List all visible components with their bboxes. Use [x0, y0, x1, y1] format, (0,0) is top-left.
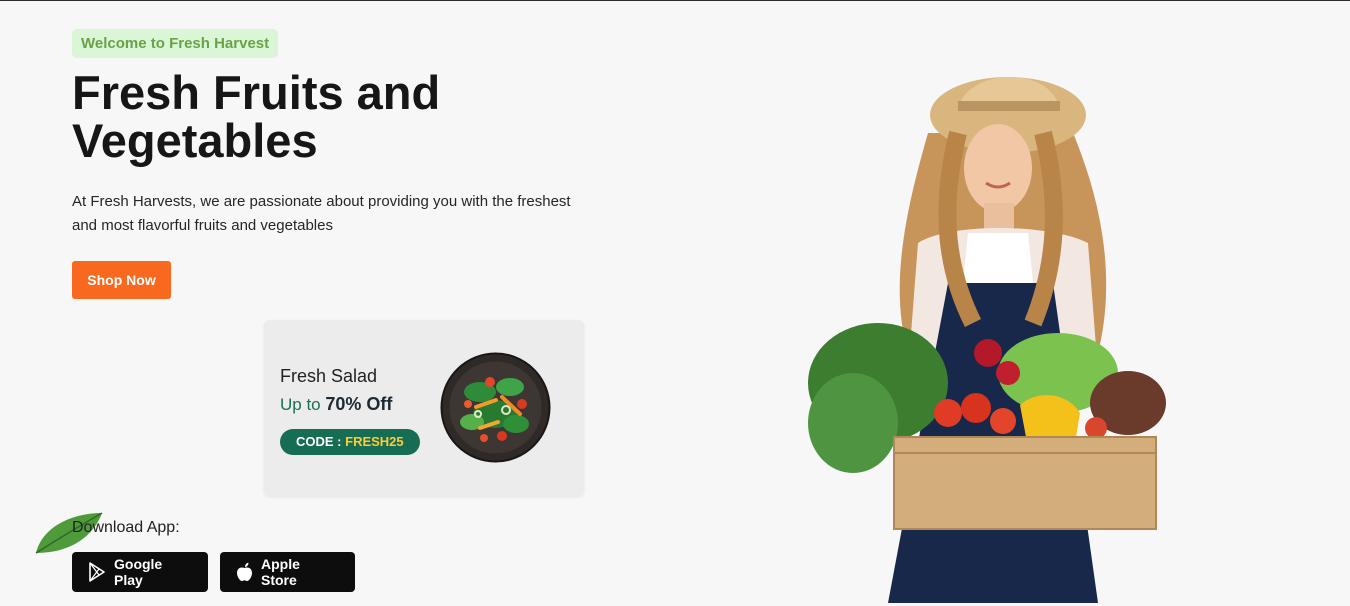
- welcome-badge: Welcome to Fresh Harvest: [72, 29, 279, 58]
- apple-store-label: Apple Store: [261, 556, 300, 588]
- shop-now-button[interactable]: Shop Now: [72, 261, 171, 299]
- code-value: FRESH25: [345, 434, 404, 449]
- promo-card[interactable]: Fresh Salad Up to 70% Off CODE : FRESH25: [264, 320, 584, 496]
- promo-title: Fresh Salad: [280, 366, 378, 386]
- download-app-label: Download App:: [72, 519, 180, 536]
- apple-icon: [237, 562, 252, 581]
- apple-store-button[interactable]: Apple Store: [220, 552, 355, 592]
- promo-discount: Up to 70% Off: [280, 394, 392, 415]
- google-play-label: Google Play: [114, 556, 163, 588]
- promo-code-badge: CODE : FRESH25: [280, 429, 420, 455]
- discount-prefix: Up to: [280, 395, 321, 414]
- hero-title: Fresh Fruits and Vegetables: [72, 66, 441, 167]
- farmer-with-vegetables-image: [808, 76, 1166, 603]
- google-play-button[interactable]: Google Play: [72, 552, 208, 592]
- google-play-icon: [89, 562, 105, 582]
- discount-value: 70% Off: [325, 394, 393, 414]
- hero-description: At Fresh Harvests, we are passionate abo…: [72, 193, 571, 234]
- code-label: CODE :: [296, 434, 342, 449]
- salad-bowl-image: [440, 352, 551, 463]
